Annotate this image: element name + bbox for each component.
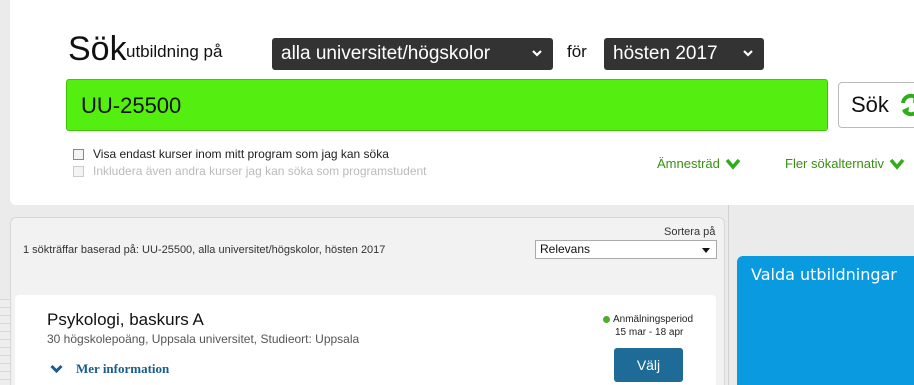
more-info-link[interactable]: Mer information (50, 361, 169, 377)
university-select-value: alla universitet/högskolor (281, 43, 491, 64)
sort-select-value: Relevans (540, 242, 591, 256)
status-dot-icon (603, 315, 610, 323)
subject-tree-label: Ämnesträd (657, 156, 720, 171)
checkbox-box (73, 165, 84, 177)
university-select[interactable]: alla universitet/högskolor (272, 38, 553, 70)
include-other-checkbox: Inkludera även andra kurser jag kan söka… (73, 164, 427, 178)
refresh-icon (901, 93, 914, 117)
course-title[interactable]: Psykologi, baskurs A (47, 310, 204, 330)
sort-label: Sortera på (664, 226, 716, 238)
chevron-down-icon (742, 38, 754, 81)
background-stripe (0, 299, 10, 385)
more-options-link[interactable]: Fler sökalternativ (785, 156, 905, 171)
search-button-label: Sök (851, 92, 889, 117)
caret-down-icon (702, 248, 710, 253)
chevron-down-icon (889, 158, 905, 170)
choose-button[interactable]: Välj (614, 348, 683, 382)
checkbox-label: Inkludera även andra kurser jag kan söka… (93, 164, 427, 178)
chevron-down-icon (725, 158, 741, 170)
checkbox-label: Visa endast kurser inom mitt program som… (93, 147, 389, 161)
search-input[interactable]: UU-25500 (66, 79, 828, 131)
divider (728, 205, 729, 385)
result-card: Psykologi, baskurs A 30 högskolepoäng, U… (15, 295, 716, 385)
results-panel: 1 sökträffar baserad på: UU-25500, alla … (10, 217, 725, 385)
term-select-value: hösten 2017 (613, 43, 718, 64)
application-status: Anmälningsperiod (603, 314, 693, 325)
application-dates: 15 mar - 18 apr (615, 327, 684, 338)
selected-title: Valda utbildningar (751, 265, 897, 284)
course-meta: 30 högskolepoäng, Uppsala universitet, S… (47, 332, 360, 346)
results-count: 1 sökträffar baserad på: UU-25500, alla … (23, 244, 386, 256)
search-heading: Sök (68, 30, 127, 68)
checkbox-box[interactable] (73, 148, 84, 160)
sort-select[interactable]: Relevans (535, 240, 717, 259)
chevron-down-icon (531, 38, 543, 81)
search-panel: Sök utbildning på alla universitet/högsk… (10, 0, 914, 205)
subject-tree-link[interactable]: Ämnesträd (657, 156, 741, 171)
application-status-label: Anmälningsperiod (613, 314, 694, 325)
chevron-down-icon (50, 364, 63, 374)
more-info-label: Mer information (76, 361, 170, 376)
term-select[interactable]: hösten 2017 (604, 38, 764, 70)
search-button[interactable]: Sök (838, 82, 914, 128)
more-options-label: Fler sökalternativ (785, 156, 884, 171)
only-program-checkbox[interactable]: Visa endast kurser inom mitt program som… (73, 147, 389, 161)
for-label: för (567, 42, 587, 61)
education-label: utbildning på (126, 42, 223, 61)
selected-panel: Valda utbildningar (737, 256, 914, 385)
